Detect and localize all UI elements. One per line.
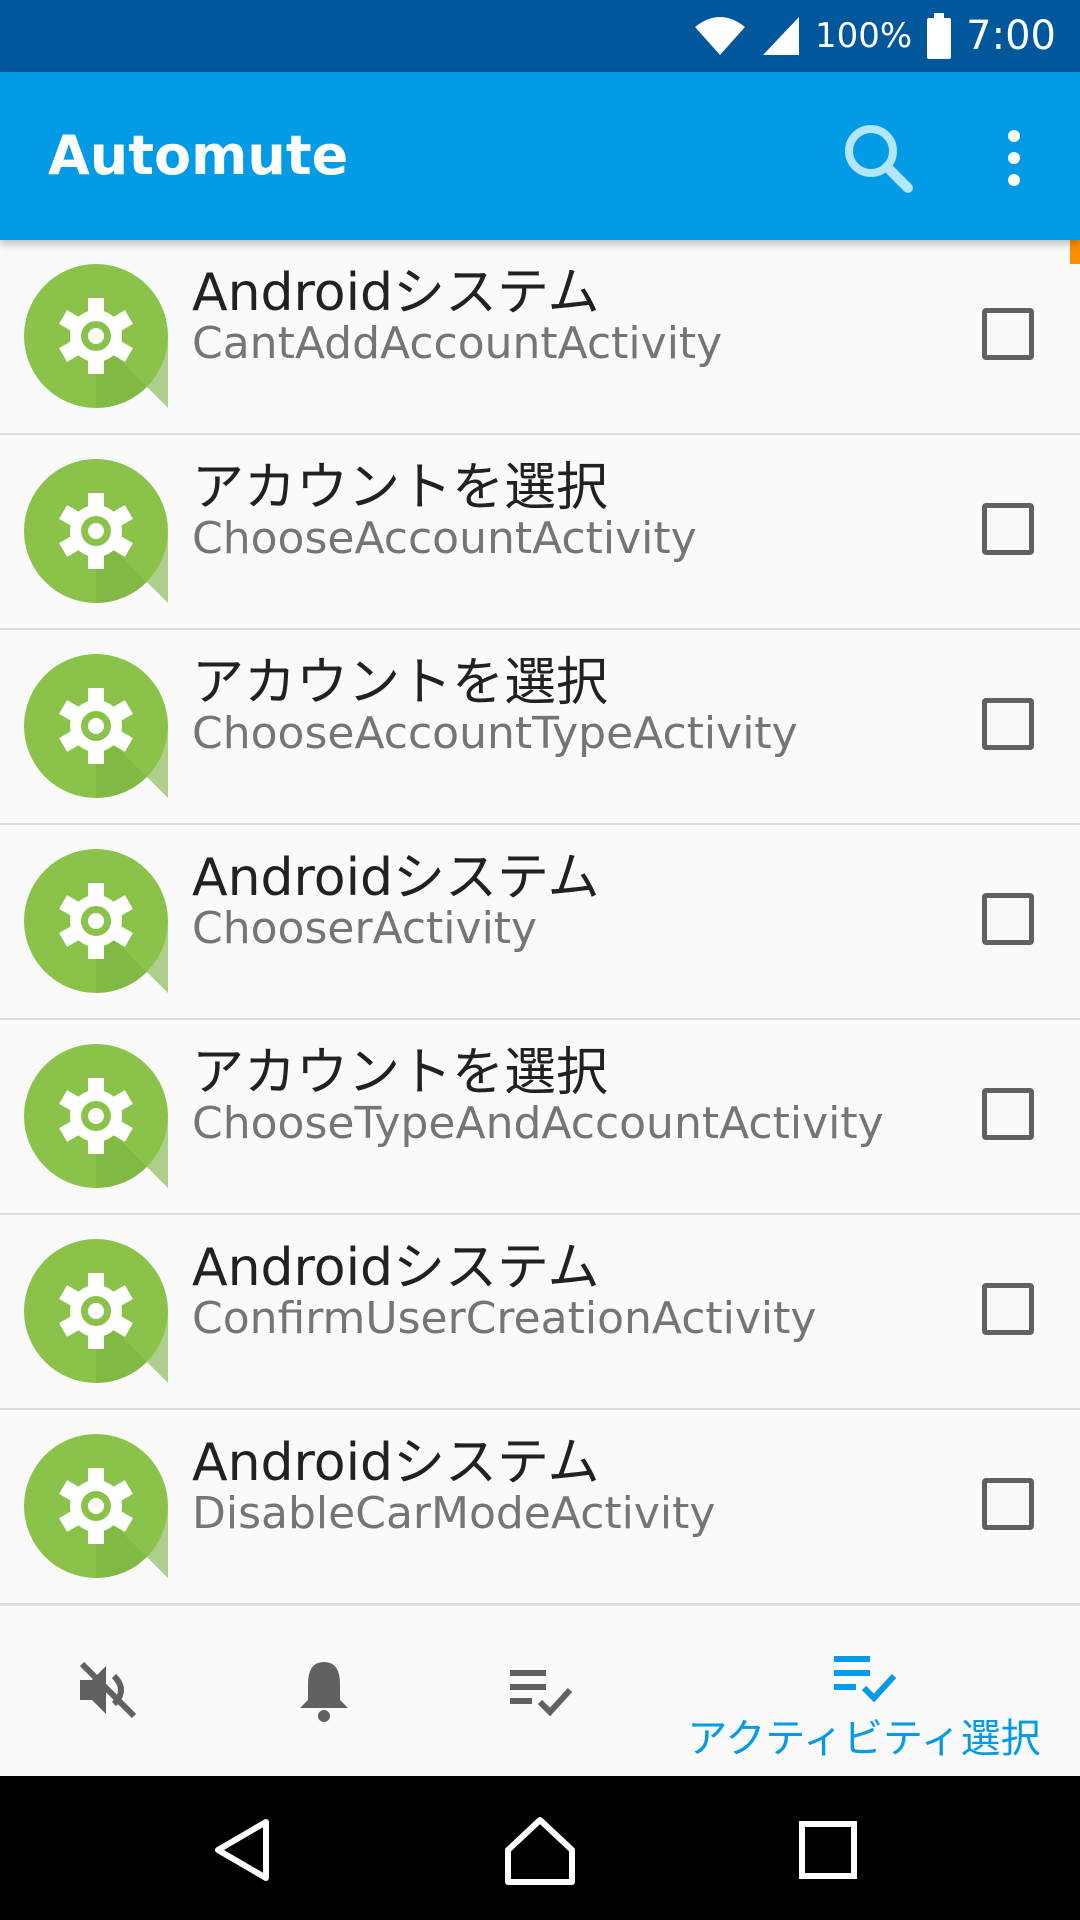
activity-checkbox[interactable] [982,1088,1034,1140]
search-icon [845,125,913,193]
activity-checkbox[interactable] [982,1478,1034,1530]
settings-icon [24,654,168,798]
activity-row[interactable]: アカウントを選択 ChooseAccountActivity [0,435,1080,630]
activity-row[interactable]: Androidシステム CantAddAccountActivity [0,240,1080,435]
battery-percent: 100% [814,16,913,56]
more-vert-icon [1008,130,1020,186]
activity-name: ChooseAccountActivity [192,513,697,564]
settings-icon [24,264,168,408]
nav-mute[interactable] [0,1606,216,1778]
bell-icon [300,1662,348,1722]
activity-row[interactable]: アカウントを選択 ChooseTypeAndAccountActivity [0,1020,1080,1215]
activity-name: CantAddAccountActivity [192,318,723,369]
nav-label-activity-select: アクティビティ選択 [687,1716,1041,1762]
activity-checkbox[interactable] [982,893,1034,945]
app-name: Androidシステム [192,1433,600,1493]
settings-icon [24,1044,168,1188]
app-bar: Automute [0,72,1080,240]
activity-row[interactable]: Androidシステム ConfirmUserCreationActivity [0,1215,1080,1410]
bottom-navigation: アクティビティ選択 [0,1604,1080,1778]
activity-name: ChooseAccountTypeActivity [192,708,798,759]
app-name: アカウントを選択 [192,458,609,518]
settings-icon [24,1434,168,1578]
app-name: Androidシステム [192,848,600,908]
settings-icon [24,1239,168,1383]
playlist-check-icon [510,1670,573,1717]
app-name: Androidシステム [192,1238,600,1298]
search-button[interactable] [840,120,916,196]
nav-activity-list[interactable] [432,1606,648,1778]
activity-row[interactable]: アカウントを選択 ChooseAccountTypeActivity [0,630,1080,825]
clock: 7:00 [966,13,1056,59]
system-navigation-bar [0,1776,1080,1920]
volume-off-icon [79,1661,137,1719]
cell-signal-icon [762,17,799,55]
overflow-menu-button[interactable] [990,120,1038,196]
activity-checkbox[interactable] [982,698,1034,750]
app-title: Automute [48,124,349,187]
status-bar: 100% 7:00 [0,0,1080,72]
activity-checkbox[interactable] [982,1283,1034,1335]
home-icon[interactable] [502,1812,578,1888]
app-name: Androidシステム [192,263,600,323]
activity-name: ChooserActivity [192,903,538,954]
back-icon[interactable] [204,1812,280,1888]
activity-checkbox[interactable] [982,503,1034,555]
recents-icon[interactable] [790,1812,866,1888]
activity-name: ChooseTypeAndAccountActivity [192,1098,884,1149]
battery-icon [927,13,952,59]
app-name: アカウントを選択 [192,653,609,713]
activity-list[interactable]: Androidシステム CantAddAccountActivity アカウント… [0,240,1080,1604]
wifi-icon [694,17,745,55]
nav-notifications[interactable] [216,1606,432,1778]
playlist-check-icon [834,1656,897,1703]
activity-row[interactable]: Androidシステム ChooserActivity [0,825,1080,1020]
nav-activity-select[interactable]: アクティビティ選択 [648,1606,1080,1778]
app-name: アカウントを選択 [192,1043,609,1103]
activity-name: ConfirmUserCreationActivity [192,1293,817,1344]
activity-checkbox[interactable] [982,308,1034,360]
activity-name: DisableCarModeActivity [192,1488,716,1539]
settings-icon [24,459,168,603]
activity-row[interactable]: Androidシステム DisableCarModeActivity [0,1410,1080,1604]
settings-icon [24,849,168,993]
